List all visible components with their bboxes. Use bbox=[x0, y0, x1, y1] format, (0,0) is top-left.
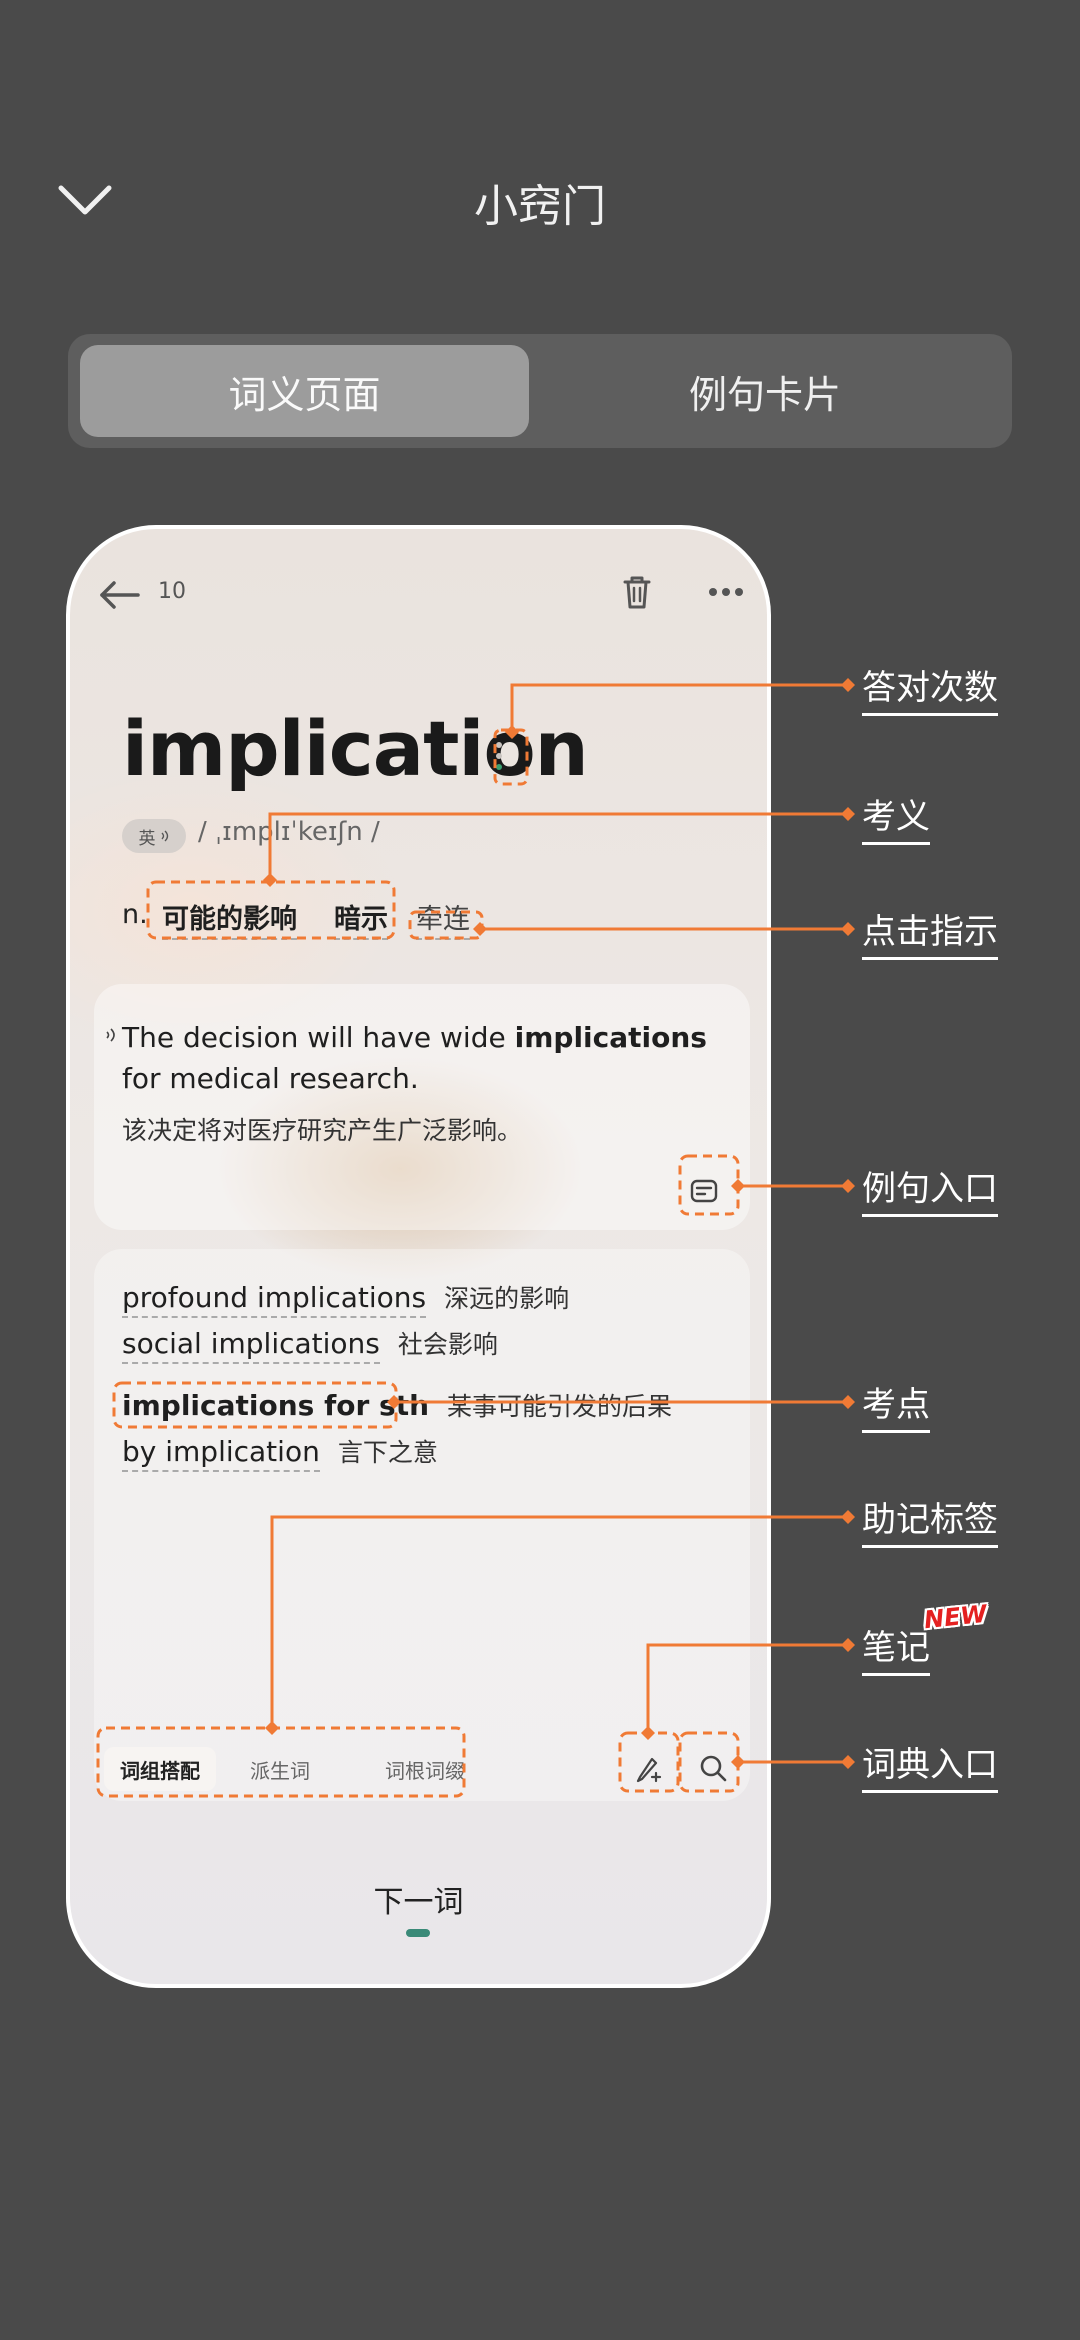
speaker-icon bbox=[160, 830, 168, 842]
page-title: 小窍门 bbox=[474, 181, 606, 232]
example-sentence-en: The decision will have wide implications… bbox=[122, 1021, 707, 1095]
meaning-1[interactable]: 可能的影响 bbox=[162, 897, 297, 940]
label-example-entry: 例句入口 bbox=[862, 1161, 998, 1217]
headword: implication bbox=[122, 704, 589, 793]
lang-label: 英 bbox=[138, 828, 156, 849]
speaker-icon[interactable] bbox=[104, 1027, 118, 1043]
phonetic: / ˌɪmplɪˈkeɪʃn / bbox=[198, 817, 380, 847]
label-key-point: 考点 bbox=[862, 1377, 930, 1433]
note-pen-icon[interactable] bbox=[634, 1751, 664, 1783]
tab-word-meaning-page[interactable]: 词义页面 bbox=[80, 345, 529, 437]
collocation-row[interactable]: by implication 言下之意 bbox=[122, 1433, 438, 1472]
part-of-speech: n. bbox=[122, 899, 148, 930]
correct-count-dots bbox=[496, 742, 502, 770]
label-correct-count: 答对次数 bbox=[862, 660, 998, 716]
tab-roots-affixes[interactable]: 词根词缀 bbox=[350, 1747, 500, 1791]
progress-indicator bbox=[406, 1929, 430, 1937]
example-sentence-zh: 该决定将对医疗研究产生广泛影响。 bbox=[122, 1116, 523, 1145]
tab-example-card[interactable]: 例句卡片 bbox=[529, 345, 1001, 437]
more-icon[interactable] bbox=[706, 585, 746, 599]
label-notes: 笔记 bbox=[862, 1620, 930, 1676]
meaning-3[interactable]: 牵连 bbox=[416, 897, 470, 940]
word-counter: 10 bbox=[158, 579, 186, 604]
label-mnemonic-tags: 助记标签 bbox=[862, 1492, 998, 1548]
label-tap-hint: 点击指示 bbox=[862, 904, 998, 960]
label-dictionary-entry: 词典入口 bbox=[862, 1737, 998, 1793]
example-entry-icon[interactable] bbox=[689, 1177, 719, 1205]
phone-preview: 10 implication 英 / ˌɪmplɪˈkeɪʃn / n. 可能的… bbox=[66, 525, 771, 1988]
meaning-2[interactable]: 暗示 bbox=[334, 897, 388, 940]
collocation-row[interactable]: social implications 社会影响 bbox=[122, 1325, 498, 1364]
collocation-row[interactable]: profound implications 深远的影响 bbox=[122, 1279, 569, 1318]
search-icon[interactable] bbox=[698, 1753, 728, 1783]
tab-derivatives[interactable]: 派生词 bbox=[220, 1747, 340, 1791]
tab-collocations[interactable]: 词组搭配 bbox=[104, 1747, 216, 1791]
next-word-button[interactable]: 下一词 bbox=[70, 1877, 767, 1921]
pronunciation-button[interactable]: 英 bbox=[122, 819, 186, 853]
back-arrow-icon[interactable] bbox=[98, 579, 142, 611]
new-badge: NEW bbox=[922, 1599, 989, 1635]
trash-icon[interactable] bbox=[620, 573, 654, 611]
collocation-row-key[interactable]: implications for sth 某事可能引发的后果 bbox=[122, 1387, 672, 1423]
label-meaning: 考义 bbox=[862, 789, 930, 845]
